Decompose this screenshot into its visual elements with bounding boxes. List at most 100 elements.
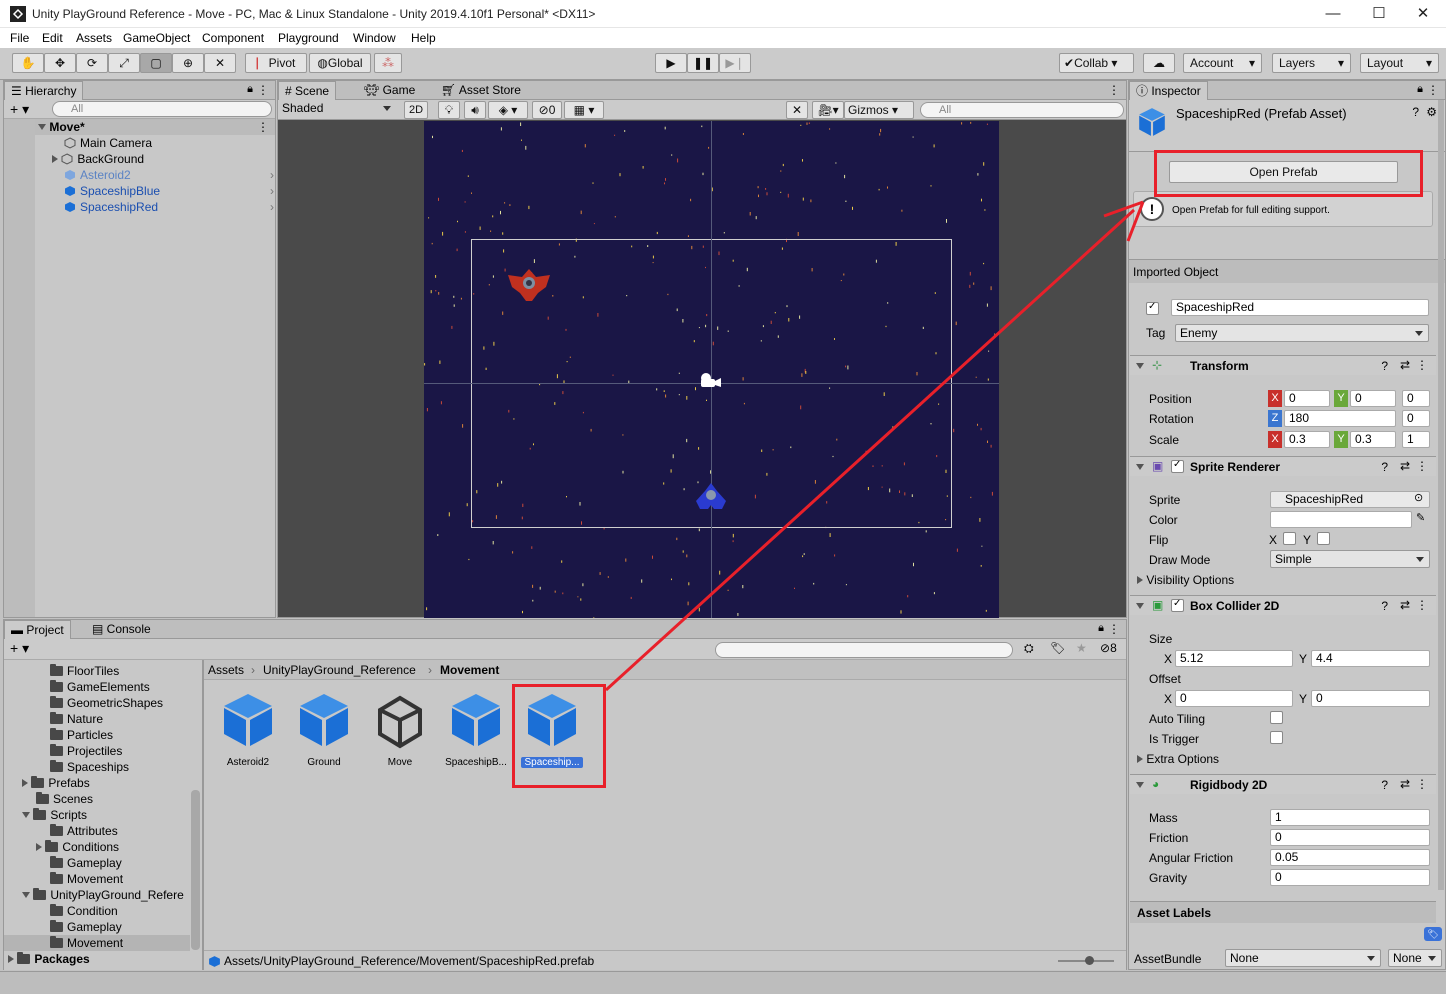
- expand-icon[interactable]: [1137, 576, 1143, 584]
- camera-dropdown[interactable]: 🎥︎▾: [812, 101, 844, 119]
- hierarchy-item-background[interactable]: BackGround: [52, 151, 144, 167]
- inspector-scrollbar[interactable]: [1438, 100, 1444, 890]
- preset-icon[interactable]: ⇄: [1400, 777, 1410, 791]
- menu-playground[interactable]: Playground: [278, 31, 339, 45]
- folder-item[interactable]: Particles: [50, 727, 113, 743]
- expand-icon[interactable]: [22, 779, 28, 787]
- spaceship-red-sprite[interactable]: [504, 267, 554, 307]
- rect-tool-icon[interactable]: ▢: [140, 53, 172, 73]
- extra-options-foldout[interactable]: Extra Options: [1137, 752, 1219, 766]
- folder-item[interactable]: Projectiles: [50, 743, 122, 759]
- component-menu-icon[interactable]: ⋮: [1416, 598, 1428, 612]
- eyedropper-icon[interactable]: ✎: [1416, 511, 1425, 524]
- transform-tool-icon[interactable]: ⊕: [172, 53, 204, 73]
- expand-icon[interactable]: [36, 843, 42, 851]
- offset-x-field[interactable]: 0: [1175, 690, 1293, 707]
- audio-icon[interactable]: 🔊︎: [464, 101, 486, 119]
- preset-icon[interactable]: ⇄: [1400, 358, 1410, 372]
- expand-icon[interactable]: [1137, 755, 1143, 763]
- panel-menu-icon[interactable]: ⋮: [1427, 83, 1439, 97]
- folder-item[interactable]: Spaceships: [50, 759, 129, 775]
- rotate-tool-icon[interactable]: ⟳: [76, 53, 108, 73]
- account-dropdown[interactable]: Account ▾: [1183, 53, 1262, 73]
- lock-icon[interactable]: 🔒︎: [247, 83, 253, 96]
- mass-field[interactable]: 1: [1270, 809, 1430, 826]
- help-icon[interactable]: ?: [1381, 778, 1388, 792]
- splitter[interactable]: [202, 660, 204, 970]
- tab-scene[interactable]: # Scene: [278, 81, 337, 100]
- shading-dropdown[interactable]: Shaded: [278, 100, 396, 118]
- layers-dropdown[interactable]: Layers ▾: [1272, 53, 1351, 73]
- preset-icon[interactable]: ⇄: [1400, 459, 1410, 473]
- help-icon[interactable]: ?: [1412, 105, 1419, 119]
- menu-edit[interactable]: Edit: [42, 31, 63, 45]
- global-toggle[interactable]: ◍Global: [309, 53, 371, 73]
- active-checkbox[interactable]: ✓: [1146, 301, 1159, 315]
- cloud-icon[interactable]: ☁: [1143, 53, 1175, 73]
- hand-tool-icon[interactable]: ✋: [12, 53, 44, 73]
- folder-item[interactable]: Condition: [50, 903, 118, 919]
- enabled-checkbox[interactable]: ✓: [1171, 598, 1184, 612]
- close-button[interactable]: ✕: [1400, 2, 1446, 26]
- friction-field[interactable]: 0: [1270, 829, 1430, 846]
- box-collider-header[interactable]: ▣ ✓ Box Collider 2D ? ⇄ ⋮: [1130, 595, 1436, 615]
- camera-gizmo-icon[interactable]: [696, 369, 724, 391]
- hidden-packages-toggle[interactable]: ⊘8: [1100, 641, 1117, 655]
- folder-item[interactable]: Gameplay: [50, 919, 122, 935]
- enabled-checkbox[interactable]: ✓: [1171, 459, 1184, 473]
- play-button[interactable]: ▶: [655, 53, 687, 73]
- size-x-field[interactable]: 5.12: [1175, 650, 1293, 667]
- folder-item[interactable]: Nature: [50, 711, 103, 727]
- rotation-z-field[interactable]: 180: [1284, 410, 1396, 427]
- component-menu-icon[interactable]: ⋮: [1416, 459, 1428, 473]
- grid-icon[interactable]: ▦ ▾: [564, 101, 604, 119]
- collapse-icon[interactable]: [1136, 359, 1144, 373]
- menu-file[interactable]: File: [10, 31, 29, 45]
- rigidbody-header[interactable]: ◕ Rigidbody 2D ? ⇄ ⋮: [1130, 774, 1436, 794]
- panel-menu-icon[interactable]: ⋮: [257, 83, 269, 97]
- spaceship-blue-sprite[interactable]: [692, 481, 730, 513]
- breadcrumb-playground[interactable]: UnityPlayGround_Reference: [263, 663, 416, 677]
- scale-z-field[interactable]: 1: [1402, 431, 1430, 448]
- asset-ground[interactable]: Ground: [289, 690, 359, 768]
- folder-item[interactable]: FloorTiles: [50, 663, 119, 679]
- component-menu-icon[interactable]: ⋮: [1416, 358, 1428, 372]
- menu-window[interactable]: Window: [353, 31, 396, 45]
- breadcrumb-movement[interactable]: Movement: [440, 663, 499, 677]
- collab-dropdown[interactable]: ✔Collab ▾: [1059, 53, 1134, 73]
- minimize-button[interactable]: —: [1310, 2, 1356, 26]
- folder-item[interactable]: Prefabs: [22, 775, 90, 791]
- create-dropdown[interactable]: + ▾: [10, 640, 29, 657]
- folder-item[interactable]: GameElements: [50, 679, 150, 695]
- offset-y-field[interactable]: 0: [1311, 690, 1430, 707]
- color-field[interactable]: [1270, 511, 1412, 528]
- tab-hierarchy[interactable]: ☰ Hierarchy: [4, 81, 84, 100]
- tab-asset-store[interactable]: 🛒︎ Asset Store: [435, 81, 527, 100]
- tag-dropdown[interactable]: Enemy: [1175, 324, 1429, 342]
- grid-snap-icon[interactable]: ⁂: [374, 53, 402, 73]
- label-tag-icon[interactable]: 🏷︎: [1424, 927, 1442, 941]
- gizmos-dropdown[interactable]: Gizmos ▾: [844, 101, 914, 119]
- move-tool-icon[interactable]: ✥: [44, 53, 76, 73]
- flip-y-checkbox[interactable]: [1317, 532, 1330, 545]
- folder-item[interactable]: Movement: [50, 871, 123, 887]
- folder-item[interactable]: Scenes: [36, 791, 93, 807]
- folder-item[interactable]: Attributes: [50, 823, 118, 839]
- filter-label-icon[interactable]: 🏷︎: [1050, 641, 1065, 655]
- zoom-slider-thumb[interactable]: [1085, 956, 1094, 965]
- position-y-field[interactable]: 0: [1350, 390, 1396, 407]
- project-search-input[interactable]: [715, 642, 1013, 658]
- asset-move-scene[interactable]: Move: [365, 690, 435, 768]
- lock-icon[interactable]: 🔒︎: [1098, 622, 1104, 635]
- help-icon[interactable]: ?: [1381, 460, 1388, 474]
- maximize-button[interactable]: ☐: [1356, 2, 1402, 26]
- collapse-icon[interactable]: [22, 812, 30, 818]
- tab-console[interactable]: ▤ Console: [86, 620, 157, 639]
- scene-row[interactable]: Move* ⋮: [4, 119, 275, 135]
- filter-type-icon[interactable]: ⛭: [1024, 641, 1034, 656]
- chevron-right-icon[interactable]: ›: [270, 183, 274, 199]
- pause-button[interactable]: ❚❚: [687, 53, 719, 73]
- hidden-objects-toggle[interactable]: ⊘0: [532, 101, 562, 119]
- assetbundle-dropdown[interactable]: None: [1225, 949, 1381, 967]
- position-x-field[interactable]: 0: [1284, 390, 1330, 407]
